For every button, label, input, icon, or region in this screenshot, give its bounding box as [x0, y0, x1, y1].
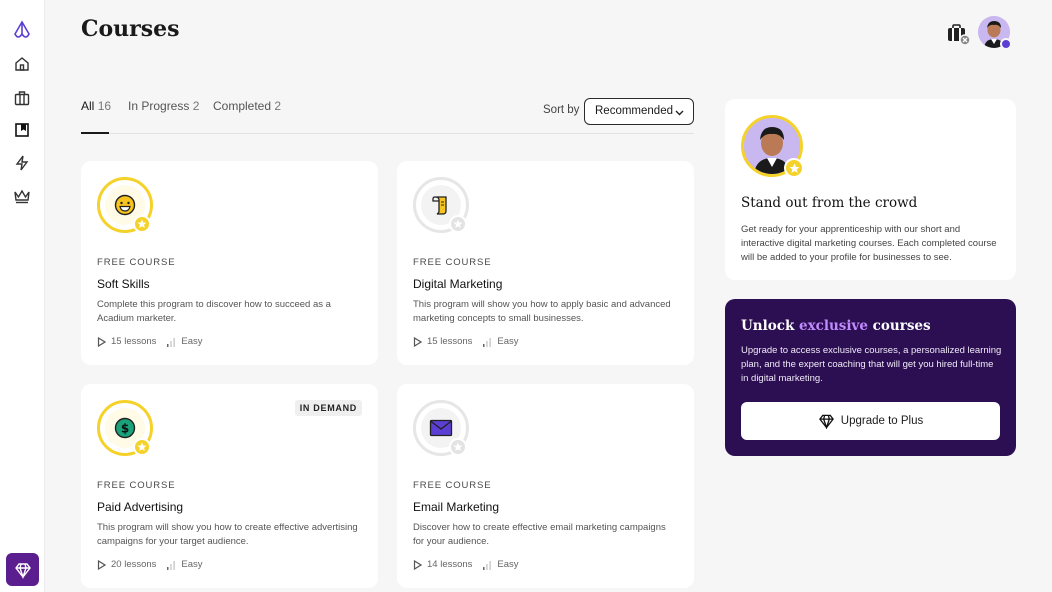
course-description: Discover how to create effective email m… — [413, 522, 666, 547]
unlock-title: Unlock exclusive courses — [741, 318, 931, 334]
crown-icon[interactable] — [10, 184, 34, 208]
toolbox-icon — [948, 24, 971, 46]
course-meta: 15 lessons Easy — [97, 336, 203, 347]
dollar-coin-icon: $ — [114, 417, 136, 439]
envelope-icon — [429, 419, 453, 437]
unlock-title-highlight: exclusive — [799, 318, 868, 334]
course-title: Soft Skills — [97, 277, 150, 291]
difficulty: Easy — [497, 559, 519, 570]
course-type-label: FREE COURSE — [413, 480, 492, 491]
course-meta: 14 lessons Easy — [413, 559, 519, 570]
play-icon — [413, 336, 422, 347]
unlock-exclusive-panel: Unlock exclusive courses Upgrade to acce… — [725, 299, 1016, 456]
upgrade-to-plus-button[interactable]: Upgrade to Plus — [741, 402, 1000, 440]
lesson-count: 14 lessons — [427, 559, 473, 570]
course-meta: 20 lessons Easy — [97, 559, 203, 570]
user-avatar[interactable] — [978, 16, 1012, 50]
star-badge-icon — [784, 158, 804, 178]
play-icon — [97, 336, 106, 347]
difficulty: Easy — [181, 559, 203, 570]
tab-all[interactable]: All 16 — [81, 99, 111, 113]
stand-out-panel: Stand out from the crowd Get ready for y… — [725, 99, 1016, 280]
star-badge-icon — [449, 438, 467, 456]
star-badge-icon — [133, 215, 151, 233]
course-type-label: FREE COURSE — [97, 257, 176, 268]
profile-avatar — [741, 115, 804, 178]
course-tabs: All 16 In Progress 2 Completed 2 Sort by… — [81, 98, 694, 134]
in-demand-tag: IN DEMAND — [294, 400, 362, 416]
difficulty-bars-icon — [483, 337, 492, 347]
play-icon — [413, 559, 422, 570]
course-card-digital-marketing[interactable]: FREE COURSE Digital Marketing This progr… — [397, 161, 694, 365]
stand-out-text: Get ready for your apprenticeship with o… — [741, 224, 997, 263]
toolbox-button[interactable] — [946, 22, 971, 46]
bookmark-icon[interactable] — [10, 118, 34, 142]
page-title: Courses — [81, 16, 180, 42]
course-description: This program will show you how to create… — [97, 522, 358, 547]
course-meta: 15 lessons Easy — [413, 336, 519, 347]
sort-select[interactable]: Recommended — [584, 98, 694, 125]
lesson-count: 15 lessons — [427, 336, 473, 347]
course-type-label: FREE COURSE — [97, 480, 176, 491]
chevron-down-icon — [675, 110, 684, 116]
unlock-text: Upgrade to access exclusive courses, a p… — [741, 345, 1002, 384]
tab-completed[interactable]: Completed 2 — [213, 99, 281, 113]
difficulty-bars-icon — [483, 560, 492, 570]
smiley-icon — [114, 194, 136, 216]
home-icon[interactable] — [10, 52, 34, 76]
sort-label: Sort by — [543, 104, 580, 116]
course-title: Email Marketing — [413, 500, 500, 514]
upgrade-button-label: Upgrade to Plus — [840, 415, 924, 427]
lightning-icon[interactable] — [10, 151, 34, 175]
star-badge-icon — [133, 438, 151, 456]
sidebar — [0, 0, 45, 592]
lesson-count: 15 lessons — [111, 336, 157, 347]
difficulty-bars-icon — [167, 337, 176, 347]
course-type-label: FREE COURSE — [413, 257, 492, 268]
logo-icon[interactable] — [10, 19, 34, 43]
lesson-count: 20 lessons — [111, 559, 157, 570]
active-tab-indicator — [81, 132, 109, 134]
course-card-paid-advertising[interactable]: $ IN DEMAND FREE COURSE Paid Advertising… — [81, 384, 378, 588]
tab-in-progress[interactable]: In Progress 2 — [128, 99, 199, 113]
course-description: This program will show you how to apply … — [413, 299, 671, 324]
course-card-email-marketing[interactable]: FREE COURSE Email Marketing Discover how… — [397, 384, 694, 588]
sort-value: Recommended — [595, 105, 673, 117]
star-badge-icon — [449, 215, 467, 233]
svg-text:$: $ — [121, 422, 129, 436]
course-title: Paid Advertising — [97, 500, 184, 514]
premium-button[interactable] — [6, 553, 39, 586]
briefcase-icon[interactable] — [10, 86, 34, 110]
stand-out-title: Stand out from the crowd — [741, 195, 918, 211]
verified-badge-icon — [1000, 38, 1012, 50]
difficulty: Easy — [497, 336, 519, 347]
play-icon — [97, 559, 106, 570]
diamond-icon — [818, 414, 834, 429]
difficulty: Easy — [181, 336, 203, 347]
course-card-soft-skills[interactable]: FREE COURSE Soft Skills Complete this pr… — [81, 161, 378, 365]
course-title: Digital Marketing — [413, 277, 503, 291]
difficulty-bars-icon — [167, 560, 176, 570]
course-description: Complete this program to discover how to… — [97, 299, 331, 324]
scroll-icon — [432, 196, 447, 215]
diamond-icon — [14, 562, 31, 579]
